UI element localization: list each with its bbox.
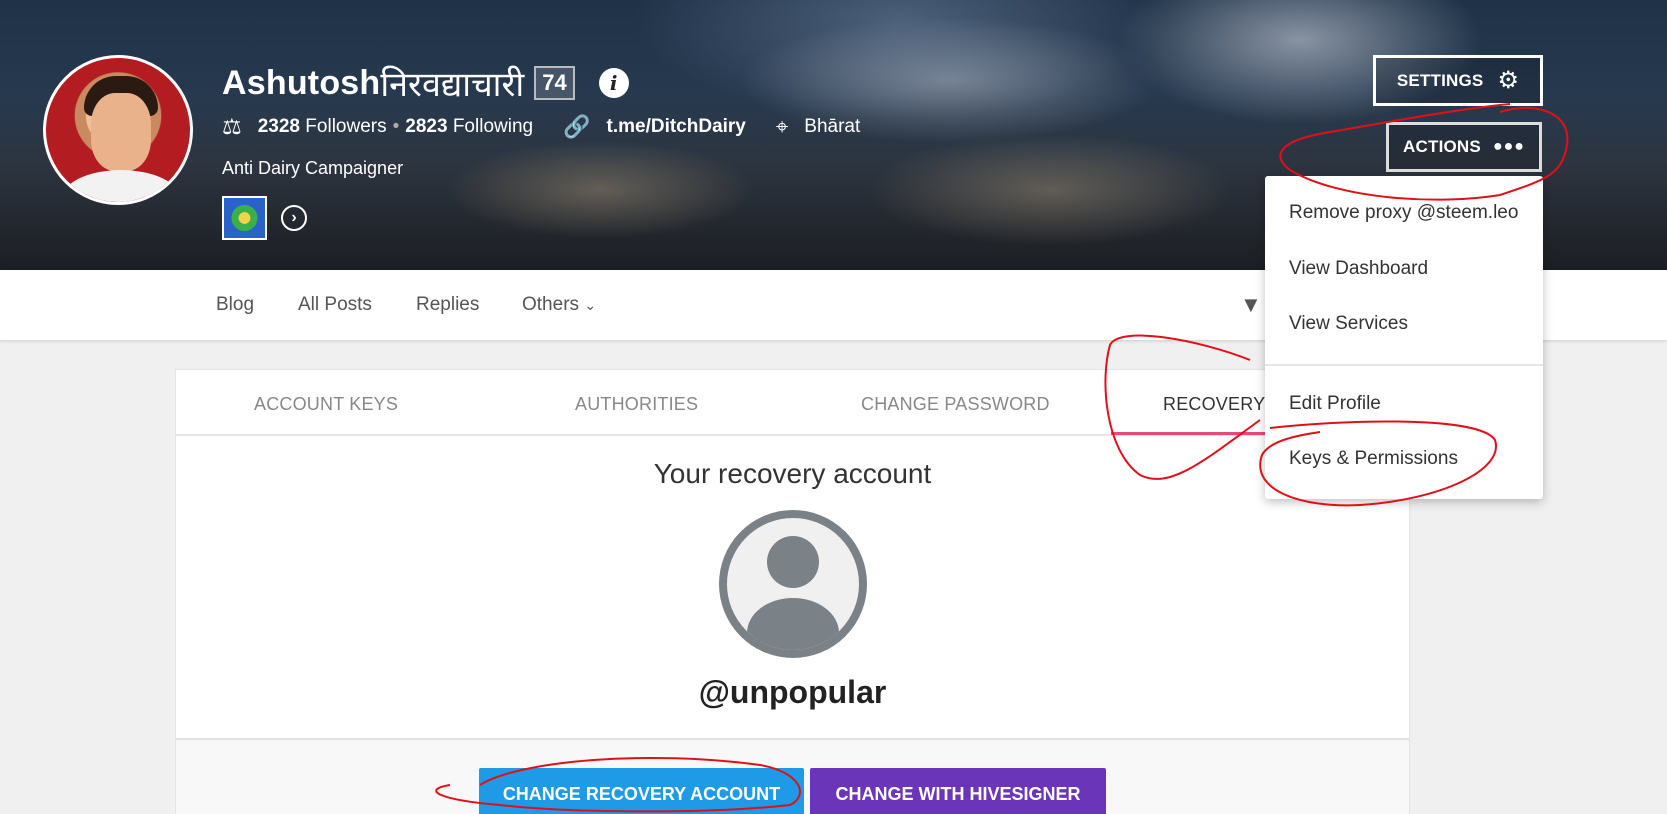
menu-item-remove-proxy[interactable]: Remove proxy @steem.leo <box>1289 202 1518 224</box>
avatar-head <box>767 536 819 588</box>
nav-others-label: Others <box>522 294 580 315</box>
following-count[interactable]: 2823 <box>405 116 447 138</box>
profile-stats: ⚖ 2328 Followers • 2823 Following 🔗 t.me… <box>222 114 860 140</box>
actions-button[interactable]: ACTIONS ●●● <box>1386 122 1542 172</box>
community-badge[interactable] <box>222 196 267 240</box>
menu-item-view-services[interactable]: View Services <box>1289 313 1408 335</box>
gear-icon: ⚙ <box>1497 67 1520 94</box>
recovery-account-avatar <box>719 510 867 658</box>
recovery-title: Your recovery account <box>653 458 932 489</box>
followers-count[interactable]: 2328 <box>258 116 300 138</box>
tab-change-password[interactable]: CHANGE PASSWORD <box>861 394 1050 415</box>
avatar-body <box>747 598 839 650</box>
recovery-account-name: @unpopular <box>698 674 887 710</box>
more-dots-icon: ●●● <box>1492 138 1525 155</box>
actions-label: ACTIONS <box>1403 137 1481 156</box>
website-link[interactable]: t.me/DitchDairy <box>607 116 746 138</box>
avatar-shirt <box>61 170 181 202</box>
tab-authorities[interactable]: AUTHORITIES <box>575 394 698 415</box>
location-icon: ⌖ <box>775 114 789 139</box>
nav-replies[interactable]: Replies <box>416 294 479 316</box>
profile-name: Ashutosh <box>222 63 381 102</box>
menu-item-edit-profile[interactable]: Edit Profile <box>1289 393 1381 415</box>
filter-icon[interactable]: ▼ <box>1240 292 1262 318</box>
tabs-bar: ACCOUNT KEYS AUTHORITIES CHANGE PASSWORD… <box>176 370 1409 436</box>
reputation-badge: 74 <box>534 66 575 100</box>
settings-card: ACCOUNT KEYS AUTHORITIES CHANGE PASSWORD… <box>175 369 1410 814</box>
stats-separator: • <box>392 116 400 137</box>
followers-icon: ⚖ <box>222 114 242 139</box>
menu-item-view-dashboard[interactable]: View Dashboard <box>1289 258 1428 280</box>
avatar-face <box>91 93 151 171</box>
actions-dropdown: Remove proxy @steem.leo View Dashboard V… <box>1265 176 1543 499</box>
tab-recovery[interactable]: RECOVERY <box>1163 394 1265 415</box>
location-text: Bhārat <box>804 116 861 137</box>
settings-label: SETTINGS <box>1396 70 1484 90</box>
change-recovery-account-button[interactable]: CHANGE RECOVERY ACCOUNT <box>479 768 804 814</box>
badge-row: › <box>222 196 307 240</box>
nav-blog[interactable]: Blog <box>216 294 254 316</box>
chevron-down-icon: ⌄ <box>584 297 597 313</box>
profile-about: Anti Dairy Campaigner <box>222 158 404 178</box>
chevron-right-icon[interactable]: › <box>281 205 307 231</box>
menu-item-keys-permissions[interactable]: Keys & Permissions <box>1289 448 1458 470</box>
settings-button[interactable]: SETTINGS ⚙ <box>1373 55 1543 106</box>
nav-all-posts[interactable]: All Posts <box>298 294 372 316</box>
menu-separator <box>1265 364 1543 366</box>
tab-account-keys[interactable]: ACCOUNT KEYS <box>254 394 398 415</box>
profile-avatar[interactable] <box>43 55 193 205</box>
change-with-hivesigner-button[interactable]: CHANGE WITH HIVESIGNER <box>810 768 1106 814</box>
profile-name-row: Ashutosh निरवद्याचारी 74 i <box>222 60 629 106</box>
following-label[interactable]: Following <box>453 116 533 138</box>
link-icon: 🔗 <box>563 114 591 139</box>
followers-label[interactable]: Followers <box>305 116 386 138</box>
info-icon[interactable]: i <box>598 68 629 98</box>
nav-others[interactable]: Others ⌄ <box>522 294 596 316</box>
profile-name-devanagari: निरवद्याचारी <box>380 66 525 104</box>
